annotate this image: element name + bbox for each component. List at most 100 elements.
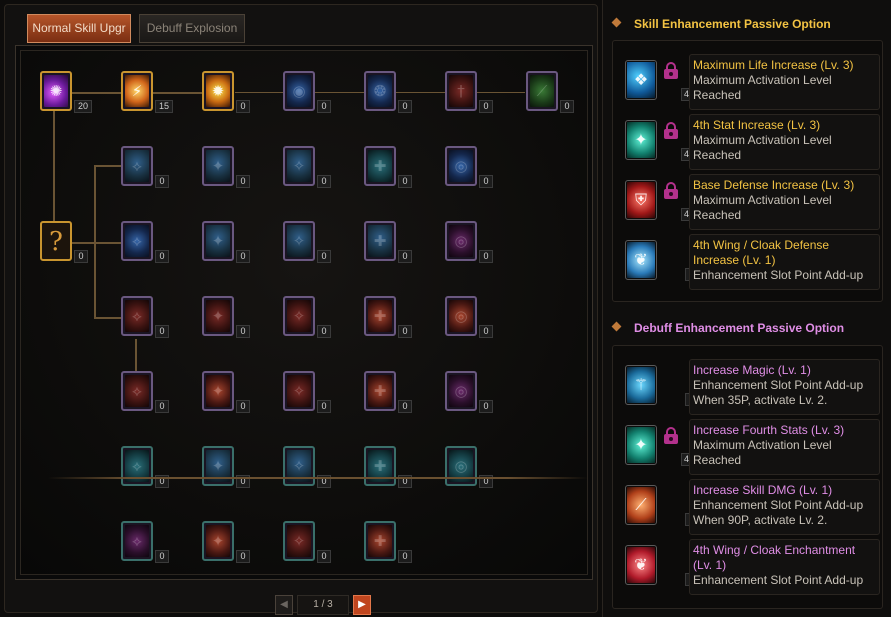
skill-tree-frame: ✺ 20 ⚡ 15 ✹ 0 ◉ 0 ❂ 0 † 0 ⟋ 0? 0 ⟡ 0 ✦ 0 ✧ 0 ✚ 0 ◎ 0 ⟡ 0 ✦ 0 ✧ 0 ✚ 0 ◎ 0 ⟡ 0… <box>15 45 593 580</box>
mystery-skill-glyph: ? <box>49 227 63 257</box>
skill-node-r3c1-glyph: ⟡ <box>132 307 142 325</box>
wing-enchant-icon[interactable]: ❦ <box>625 545 657 585</box>
passive-option-row[interactable]: ✦40Increase Fourth Stats (Lv. 3)Maximum … <box>625 419 880 475</box>
skill-node-r2c4[interactable]: ✚ <box>364 221 396 261</box>
skill-node-r5c5-glyph: ◎ <box>454 457 468 475</box>
skill-point-count: 0 <box>155 325 169 338</box>
icon-glyph: ⚚ <box>633 375 649 394</box>
skill-node-r6c2-glyph: ✦ <box>211 532 225 550</box>
passive-option-row[interactable]: ✦404th Stat Increase (Lv. 3)Maximum Acti… <box>625 114 880 170</box>
skill-node-r6c3[interactable]: ✧ <box>283 521 315 561</box>
connector-line <box>71 242 96 244</box>
skill-node-r3c2[interactable]: ✦ <box>202 296 234 336</box>
passive-option-row[interactable]: ⚚0Increase Magic (Lv. 1)Enhancement Slot… <box>625 359 880 415</box>
icon-glyph: ✦ <box>634 435 648 454</box>
skill-dmg-icon[interactable]: ⟋ <box>625 485 657 525</box>
skill-node-r3c4[interactable]: ✚ <box>364 296 396 336</box>
prev-page-button[interactable]: ◀ <box>275 595 293 615</box>
skill-node-r2c1[interactable]: ⟡ <box>121 221 153 261</box>
option-description: When 35P, activate Lv. 2. <box>693 393 828 407</box>
passive-option-row[interactable]: ❦04th Wing / Cloak DefenseIncrease (Lv. … <box>625 234 880 290</box>
connector-line <box>94 317 122 319</box>
passive-option-row[interactable]: ❖40Maximum Life Increase (Lv. 3)Maximum … <box>625 54 880 110</box>
pagination: ◀ 1 / 3 ▶ <box>275 595 375 615</box>
skill-node-r1c3[interactable]: ✧ <box>283 146 315 186</box>
skill-point-count: 0 <box>236 100 250 113</box>
skill-node-r1c2[interactable]: ✦ <box>202 146 234 186</box>
skill-node-top-3[interactable]: ✹ <box>202 71 234 111</box>
skill-node-r3c3[interactable]: ✧ <box>283 296 315 336</box>
skill-node-top-2-glyph: ⚡ <box>131 82 143 100</box>
skill-point-count: 0 <box>236 400 250 413</box>
skill-node-top-4[interactable]: ◉ <box>283 71 315 111</box>
skill-node-r1c4[interactable]: ✚ <box>364 146 396 186</box>
option-text-box: Increase Magic (Lv. 1) Enhancement Slot P… <box>689 359 880 415</box>
fourth-stats-icon[interactable]: ✦ <box>625 425 657 465</box>
skill-node-r3c3-glyph: ✧ <box>292 307 306 325</box>
skill-node-r3c5[interactable]: ◎ <box>445 296 477 336</box>
stat-increase-icon[interactable]: ✦ <box>625 120 657 160</box>
skill-tree-canvas: ✺ 20 ⚡ 15 ✹ 0 ◉ 0 ❂ 0 † 0 ⟋ 0? 0 ⟡ 0 ✦ 0 ✧ 0 ✚ 0 ◎ 0 ⟡ 0 ✦ 0 ✧ 0 ✚ 0 ◎ 0 ⟡ 0… <box>20 50 588 575</box>
lock-icon <box>663 122 679 139</box>
wing-defense-icon[interactable]: ❦ <box>625 240 657 280</box>
skill-node-top-6[interactable]: † <box>445 71 477 111</box>
tab-normal-skill-upgrade[interactable]: Normal Skill Upgr <box>27 14 131 43</box>
option-description: Enhancement Slot Point Add-up <box>693 378 864 392</box>
icon-glyph: ⛨ <box>634 190 647 209</box>
skill-node-r1c3-glyph: ✧ <box>292 157 306 175</box>
skill-node-r5c2[interactable]: ✦ <box>202 446 234 486</box>
life-increase-icon[interactable]: ❖ <box>625 60 657 100</box>
defense-increase-icon[interactable]: ⛨ <box>625 180 657 220</box>
skill-node-r1c1[interactable]: ⟡ <box>121 146 153 186</box>
icon-glyph: ✦ <box>634 130 648 149</box>
skill-node-r5c3-glyph: ✧ <box>292 457 306 475</box>
passive-option-row[interactable]: ⛨40Base Defense Increase (Lv. 3)Maximum … <box>625 174 880 230</box>
skill-node-top-1[interactable]: ✺ <box>40 71 72 111</box>
next-page-button[interactable]: ▶ <box>353 595 371 615</box>
skill-node-r6c1[interactable]: ⟡ <box>121 521 153 561</box>
mystery-skill-node[interactable]: ? <box>40 221 72 261</box>
passive-option-row[interactable]: ❦04th Wing / Cloak Enchantment(Lv. 1)Enh… <box>625 539 880 595</box>
skill-node-r2c5[interactable]: ◎ <box>445 221 477 261</box>
skill-node-r6c2[interactable]: ✦ <box>202 521 234 561</box>
option-name: Maximum Life Increase (Lv. 3) <box>693 58 854 72</box>
skill-node-r5c5[interactable]: ◎ <box>445 446 477 486</box>
skill-node-r4c1[interactable]: ⟡ <box>121 371 153 411</box>
skill-point-count: 0 <box>317 400 331 413</box>
skill-node-r3c4-glyph: ✚ <box>373 307 387 325</box>
skill-node-r4c3[interactable]: ✧ <box>283 371 315 411</box>
option-text-box: 4th Wing / Cloak Enchantment (Lv. 1) Enhan… <box>689 539 880 595</box>
skill-node-r2c3[interactable]: ✧ <box>283 221 315 261</box>
skill-node-r4c2[interactable]: ✦ <box>202 371 234 411</box>
connector-line <box>94 165 122 167</box>
diamond-icon <box>611 17 622 28</box>
skill-node-r3c1[interactable]: ⟡ <box>121 296 153 336</box>
magic-staff-icon[interactable]: ⚚ <box>625 365 657 405</box>
tab-debuff-explosion[interactable]: Debuff Explosion <box>139 14 245 43</box>
skill-node-r5c3[interactable]: ✧ <box>283 446 315 486</box>
option-name: Increase Skill DMG (Lv. 1) <box>693 483 833 497</box>
skill-node-r4c5[interactable]: ◎ <box>445 371 477 411</box>
option-description: Enhancement Slot Point Add-up <box>693 573 864 587</box>
skill-node-r6c4[interactable]: ✚ <box>364 521 396 561</box>
option-name: 4th Wing / Cloak Enchantment <box>693 543 856 557</box>
skill-options-list: ❖40Maximum Life Increase (Lv. 3)Maximum … <box>612 40 883 302</box>
skill-node-top-2[interactable]: ⚡ <box>121 71 153 111</box>
skill-node-top-7[interactable]: ⟋ <box>526 71 558 111</box>
passive-option-row[interactable]: ⟋0Increase Skill DMG (Lv. 1)Enhancement … <box>625 479 880 535</box>
skill-node-r5c1[interactable]: ⟡ <box>121 446 153 486</box>
skill-node-top-5[interactable]: ❂ <box>364 71 396 111</box>
icon-glyph: ❖ <box>633 70 649 89</box>
skill-node-r4c4[interactable]: ✚ <box>364 371 396 411</box>
skill-section-title: Skill Enhancement Passive Option <box>634 17 831 31</box>
skill-point-count: 0 <box>398 250 412 263</box>
skill-point-count: 0 <box>479 400 493 413</box>
skill-node-r2c2[interactable]: ✦ <box>202 221 234 261</box>
option-text-box: 4th Wing / Cloak Defense Increase (Lv. 1)… <box>689 234 880 290</box>
skill-node-r5c4[interactable]: ✚ <box>364 446 396 486</box>
skill-point-count: 0 <box>479 250 493 263</box>
skill-node-r1c5[interactable]: ◎ <box>445 146 477 186</box>
option-name: Increase (Lv. 1) <box>693 253 776 267</box>
skill-node-r4c1-glyph: ⟡ <box>132 382 142 400</box>
skill-point-count: 0 <box>398 550 412 563</box>
